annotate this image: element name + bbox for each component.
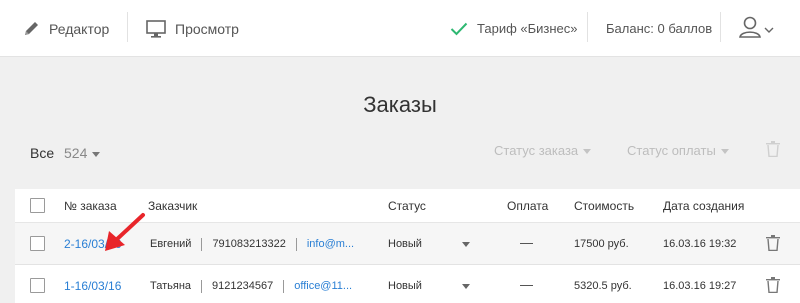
customer-email[interactable]: office@11... <box>294 280 352 292</box>
count-value: 524 <box>64 145 88 161</box>
bulk-delete-button[interactable] <box>766 141 780 162</box>
payment-status-filter-label: Статус оплаты <box>627 143 716 158</box>
preview-button[interactable]: Просмотр <box>146 0 239 57</box>
column-header-payment[interactable]: Оплата <box>507 199 548 213</box>
toolbar-divider <box>587 12 588 42</box>
payment-empty-dash <box>520 285 533 286</box>
user-menu-button[interactable] <box>738 0 774 57</box>
preview-label: Просмотр <box>175 20 239 37</box>
column-header-customer[interactable]: Заказчик <box>148 199 197 213</box>
trash-icon <box>766 235 780 255</box>
tariff-label: Тариф «Бизнес» <box>477 21 578 36</box>
count-dropdown[interactable]: 524 <box>64 145 101 161</box>
customer-name: Евгений <box>150 238 192 250</box>
status-dropdown-icon[interactable] <box>462 284 470 289</box>
caret-down-icon <box>720 149 729 155</box>
customer-name: Татьяна <box>150 280 192 292</box>
date-value: 16.03.16 19:27 <box>663 280 737 292</box>
chevron-down-icon <box>764 21 774 37</box>
payment-status-filter[interactable]: Статус оплаты <box>627 143 729 158</box>
payment-empty-dash <box>520 243 533 244</box>
checkmark-icon <box>450 22 468 36</box>
filter-all-label: Все <box>30 145 55 161</box>
cell-divider <box>283 279 285 293</box>
order-status-filter-label: Статус заказа <box>494 143 579 158</box>
customer-phone: 791083213322 <box>212 238 286 250</box>
status-dropdown-icon[interactable] <box>462 242 470 247</box>
user-icon <box>738 16 762 41</box>
toolbar-divider <box>720 12 721 42</box>
status-value: Новый <box>388 238 422 250</box>
column-header-date[interactable]: Дата создания <box>663 199 744 213</box>
customer-email[interactable]: info@m... <box>307 238 354 250</box>
order-status-filter[interactable]: Статус заказа <box>494 143 592 158</box>
tariff-indicator[interactable]: Тариф «Бизнес» <box>450 0 578 57</box>
annotation-arrow-icon <box>97 209 147 264</box>
table-row[interactable]: 1-16/03/16 Татьяна 9121234567 office@11...… <box>15 265 800 303</box>
monitor-icon <box>146 19 166 38</box>
column-header-price[interactable]: Стоимость <box>574 199 634 213</box>
balance-label: Баланс: 0 баллов <box>606 21 713 36</box>
customer-cell: Евгений 791083213322 info@m... <box>150 223 365 265</box>
customer-phone: 9121234567 <box>212 280 274 292</box>
pencil-icon <box>23 20 40 37</box>
page-title: Заказы <box>363 92 437 117</box>
caret-down-icon <box>92 151 101 157</box>
table-row[interactable]: 2-16/03/16 Евгений 791083213322 info@m... … <box>15 213 800 265</box>
top-toolbar: Редактор Просмотр Тариф «Бизнес» Баланс:… <box>0 0 800 57</box>
price-value: 5320.5 руб. <box>574 280 632 292</box>
date-value: 16.03.16 19:32 <box>663 238 737 250</box>
row-checkbox[interactable] <box>30 236 45 251</box>
select-all-checkbox[interactable] <box>30 198 45 213</box>
trash-icon <box>766 277 780 297</box>
row-checkbox[interactable] <box>30 278 45 293</box>
delete-row-button[interactable] <box>766 235 780 256</box>
toolbar-divider <box>127 12 128 42</box>
trash-icon <box>766 141 780 161</box>
cell-divider <box>295 237 297 251</box>
delete-row-button[interactable] <box>766 277 780 298</box>
status-value: Новый <box>388 280 422 292</box>
editor-button[interactable]: Редактор <box>23 0 109 57</box>
cell-divider <box>201 279 203 293</box>
order-link[interactable]: 1-16/03/16 <box>64 279 121 293</box>
caret-down-icon <box>583 149 592 155</box>
price-value: 17500 руб. <box>574 238 629 250</box>
customer-cell: Татьяна 9121234567 office@11... <box>150 265 365 303</box>
editor-label: Редактор <box>49 20 110 37</box>
cell-divider <box>201 237 203 251</box>
column-header-status[interactable]: Статус <box>388 199 426 213</box>
orders-table: № заказа Заказчик Статус Оплата Стоимост… <box>15 189 800 303</box>
